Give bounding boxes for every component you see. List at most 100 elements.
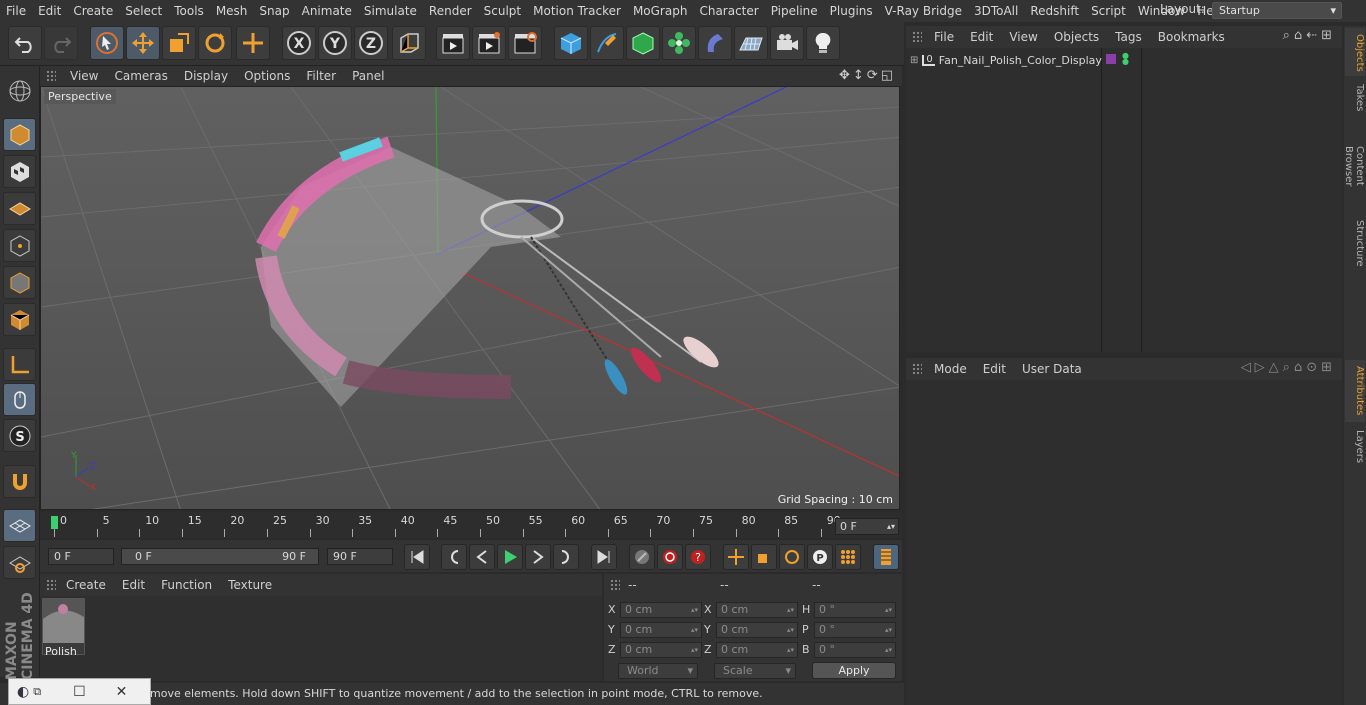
keyframe-selection-button[interactable]: ? — [685, 544, 711, 570]
cube-object-button[interactable] — [554, 26, 588, 60]
pen-spline-button[interactable] — [590, 26, 624, 60]
next-frame-button[interactable] — [525, 544, 551, 570]
planar-snap-button[interactable] — [3, 546, 36, 579]
render-view-button[interactable] — [436, 26, 470, 60]
viewport-menu-filter[interactable]: Filter — [298, 69, 344, 83]
size-field[interactable]: 0 cm ▴▾ — [716, 602, 798, 618]
y-axis-lock-button[interactable]: Y — [318, 26, 352, 60]
object-menu-objects[interactable]: Objects — [1046, 30, 1107, 44]
apply-button[interactable]: Apply — [812, 662, 896, 679]
undo-button[interactable] — [8, 26, 42, 60]
menu-tools[interactable]: Tools — [168, 0, 210, 22]
grid-lock-button[interactable] — [3, 509, 36, 542]
position-field[interactable]: 0 cm ▴▾ — [620, 602, 702, 618]
z-axis-lock-button[interactable]: Z — [354, 26, 388, 60]
size-field[interactable]: 0 cm ▴▾ — [716, 642, 798, 658]
deformer-button[interactable] — [698, 26, 732, 60]
material-menu-edit[interactable]: Edit — [114, 578, 153, 592]
menu-v-ray-bridge[interactable]: V-Ray Bridge — [879, 0, 968, 22]
material-tag-icon[interactable] — [1106, 54, 1116, 64]
menu-plugins[interactable]: Plugins — [824, 0, 879, 22]
viewport-navigation-icons[interactable]: ✥↕⟳◱ — [839, 68, 896, 83]
menu-edit[interactable]: Edit — [32, 0, 67, 22]
object-menu-view[interactable]: View — [1001, 30, 1045, 44]
key-scale-button[interactable] — [751, 544, 777, 570]
tab-layers[interactable]: Layers — [1345, 424, 1365, 464]
tab-takes[interactable]: Takes — [1345, 78, 1365, 118]
menu-script[interactable]: Script — [1085, 0, 1132, 22]
menu-simulate[interactable]: Simulate — [358, 0, 423, 22]
rotation-field[interactable]: 0 ° ▴▾ — [814, 622, 896, 638]
render-picture-viewer-button[interactable] — [472, 26, 506, 60]
subdivision-button[interactable] — [626, 26, 660, 60]
menu-3dtoall[interactable]: 3DToAll — [968, 0, 1024, 22]
go-to-start-button[interactable] — [404, 544, 430, 570]
start-frame-field[interactable]: 0 F — [48, 548, 114, 565]
record-keys-button[interactable] — [629, 544, 655, 570]
axis-mode-button[interactable] — [3, 348, 36, 381]
rotate-tool-button[interactable] — [198, 26, 232, 60]
key-rotation-button[interactable] — [779, 544, 805, 570]
coordinate-space-select[interactable]: World ▾ — [618, 663, 698, 679]
menu-render[interactable]: Render — [423, 0, 478, 22]
object-mode-button[interactable] — [3, 118, 36, 151]
floor-object-button[interactable] — [734, 26, 768, 60]
attribute-menu-mode[interactable]: Mode — [926, 362, 975, 376]
viewport-menu-cameras[interactable]: Cameras — [106, 69, 175, 83]
material-menu-create[interactable]: Create — [58, 578, 114, 592]
tab-objects[interactable]: Objects — [1345, 28, 1365, 76]
move-tool-button[interactable] — [126, 26, 160, 60]
material-thumbnail[interactable]: Polish — [42, 598, 85, 658]
menu-animate[interactable]: Animate — [296, 0, 358, 22]
frame-range-slider[interactable]: 0 F 90 F — [121, 548, 319, 565]
menu-snap[interactable]: Snap — [253, 0, 295, 22]
model-mode-button[interactable] — [3, 74, 36, 107]
key-pla-button[interactable] — [835, 544, 861, 570]
end-frame-field[interactable]: 90 F — [327, 548, 393, 565]
position-field[interactable]: 0 cm ▴▾ — [620, 622, 702, 638]
render-settings-button[interactable] — [508, 26, 542, 60]
autokey-button[interactable] — [657, 544, 683, 570]
object-name[interactable]: Fan_Nail_Polish_Color_Display — [935, 54, 1102, 67]
attribute-menu-user-data[interactable]: User Data — [1014, 362, 1090, 376]
menu-motion-tracker[interactable]: Motion Tracker — [527, 0, 627, 22]
menu-mograph[interactable]: MoGraph — [627, 0, 694, 22]
key-position-button[interactable] — [723, 544, 749, 570]
timeline-ruler[interactable]: 0 5 10 15 20 25 30 35 40 45 50 55 60 65 70 75 80 85 90 — [40, 512, 902, 538]
previous-frame-button[interactable] — [469, 544, 495, 570]
visibility-dots-icon[interactable]: ● ● — [1122, 52, 1129, 66]
texture-mode-button[interactable] — [3, 155, 36, 188]
light-object-button[interactable] — [806, 26, 840, 60]
previous-key-button[interactable] — [441, 544, 467, 570]
close-icon[interactable]: ✕ — [116, 684, 128, 700]
menu-sculpt[interactable]: Sculpt — [478, 0, 527, 22]
rotation-field[interactable]: 0 ° ▴▾ — [814, 602, 896, 618]
menu-pipeline[interactable]: Pipeline — [765, 0, 824, 22]
menu-character[interactable]: Character — [693, 0, 764, 22]
maximize-icon[interactable]: ☐ — [73, 684, 86, 700]
attribute-manager-tool-icons[interactable]: ◁▷△⌕⌂⊙⊞ — [1241, 360, 1336, 375]
menu-redshift[interactable]: Redshift — [1024, 0, 1085, 22]
polygons-mode-button[interactable] — [3, 303, 36, 336]
viewport-menu-view[interactable]: View — [62, 69, 106, 83]
key-parameter-button[interactable]: P — [807, 544, 833, 570]
position-field[interactable]: 0 cm ▴▾ — [620, 642, 702, 658]
x-axis-lock-button[interactable]: X — [282, 26, 316, 60]
points-mode-button[interactable] — [3, 229, 36, 262]
redo-button[interactable] — [44, 26, 78, 60]
next-key-button[interactable] — [553, 544, 579, 570]
size-field[interactable]: 0 cm ▴▾ — [716, 622, 798, 638]
magnet-button[interactable] — [3, 465, 36, 498]
viewport-menu-display[interactable]: Display — [176, 69, 236, 83]
go-to-end-button[interactable] — [591, 544, 617, 570]
edges-mode-button[interactable] — [3, 266, 36, 299]
material-menu-function[interactable]: Function — [153, 578, 220, 592]
object-menu-tags[interactable]: Tags — [1107, 30, 1150, 44]
material-menu-texture[interactable]: Texture — [220, 578, 280, 592]
menu-select[interactable]: Select — [119, 0, 168, 22]
play-button[interactable] — [497, 544, 523, 570]
menu-mesh[interactable]: Mesh — [210, 0, 254, 22]
timeline-window-button[interactable] — [873, 544, 899, 570]
viewport-label[interactable]: Perspective — [44, 89, 116, 104]
tab-content-browser[interactable]: Content Browser — [1343, 120, 1365, 212]
